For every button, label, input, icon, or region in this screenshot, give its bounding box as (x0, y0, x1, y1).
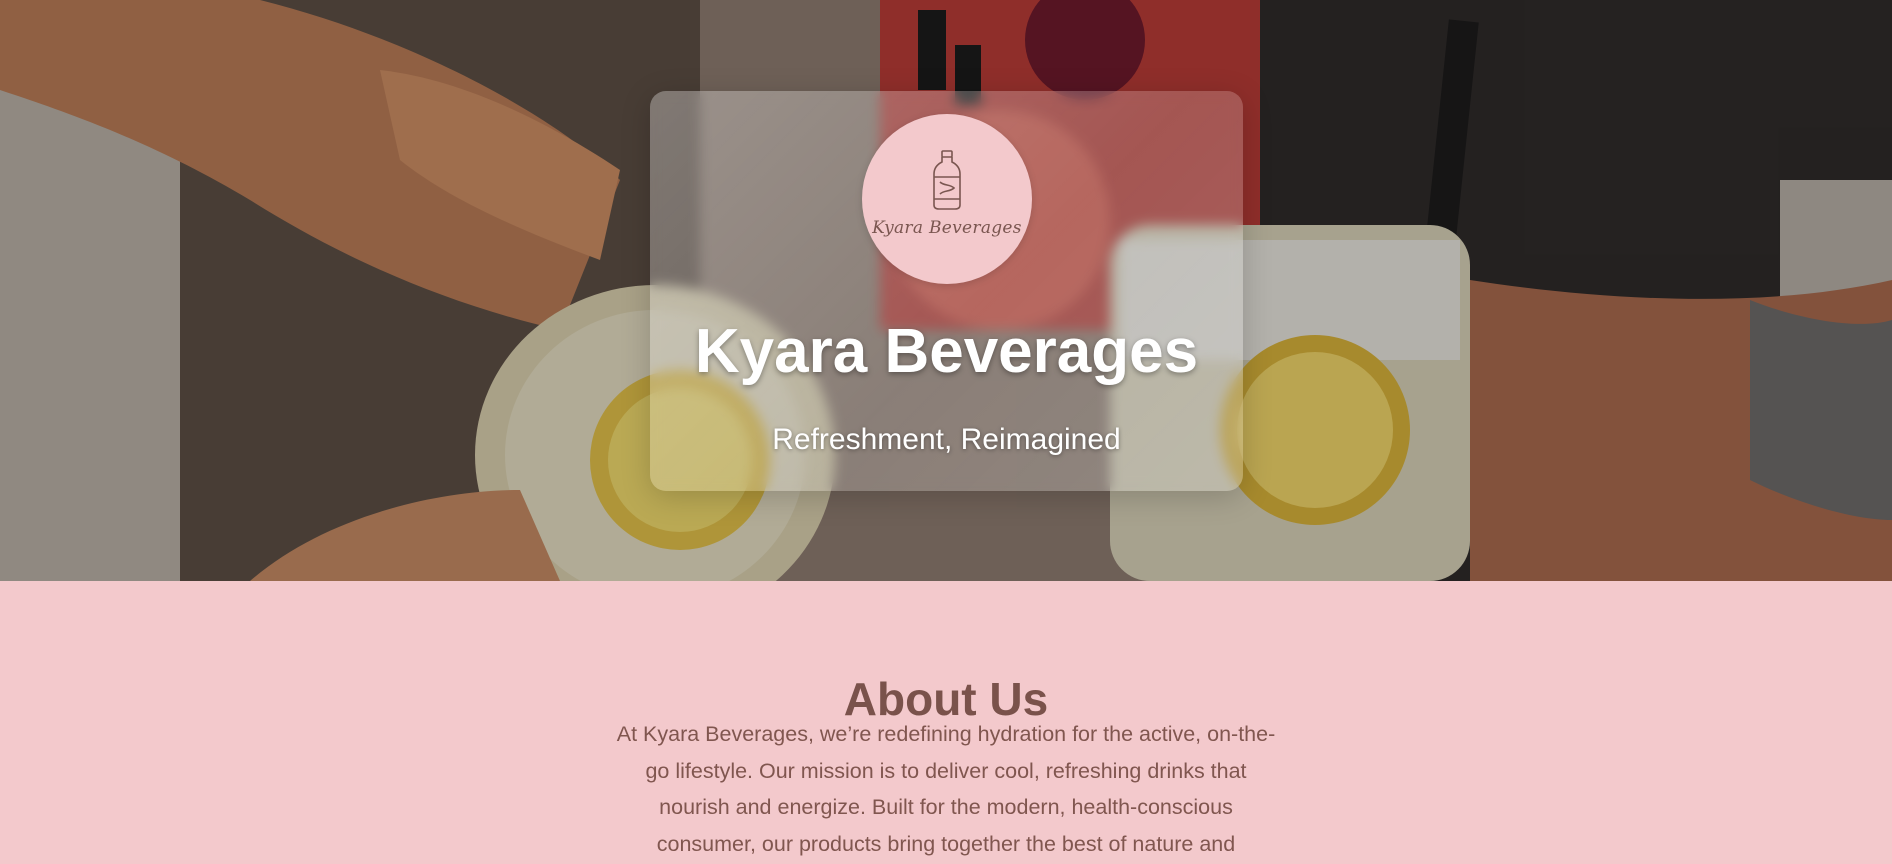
page: Kyara Beverages Kyara Beverages Refreshm… (0, 0, 1892, 864)
brand-logo[interactable]: Kyara Beverages (862, 114, 1032, 284)
about-paragraph: At Kyara Beverages, we’re redefining hyd… (616, 722, 1276, 856)
logo-wordmark: Kyara Beverages (872, 218, 1022, 238)
hero-card: Kyara Beverages Kyara Beverages Refreshm… (650, 91, 1243, 491)
hero-tagline: Refreshment, Reimagined (772, 423, 1121, 456)
hero-title: Kyara Beverages (694, 317, 1199, 386)
hero-section: Kyara Beverages Kyara Beverages Refreshm… (0, 0, 1892, 581)
about-section: About Us At Kyara Beverages, we’re redef… (0, 581, 1892, 864)
bottle-icon (933, 150, 961, 210)
